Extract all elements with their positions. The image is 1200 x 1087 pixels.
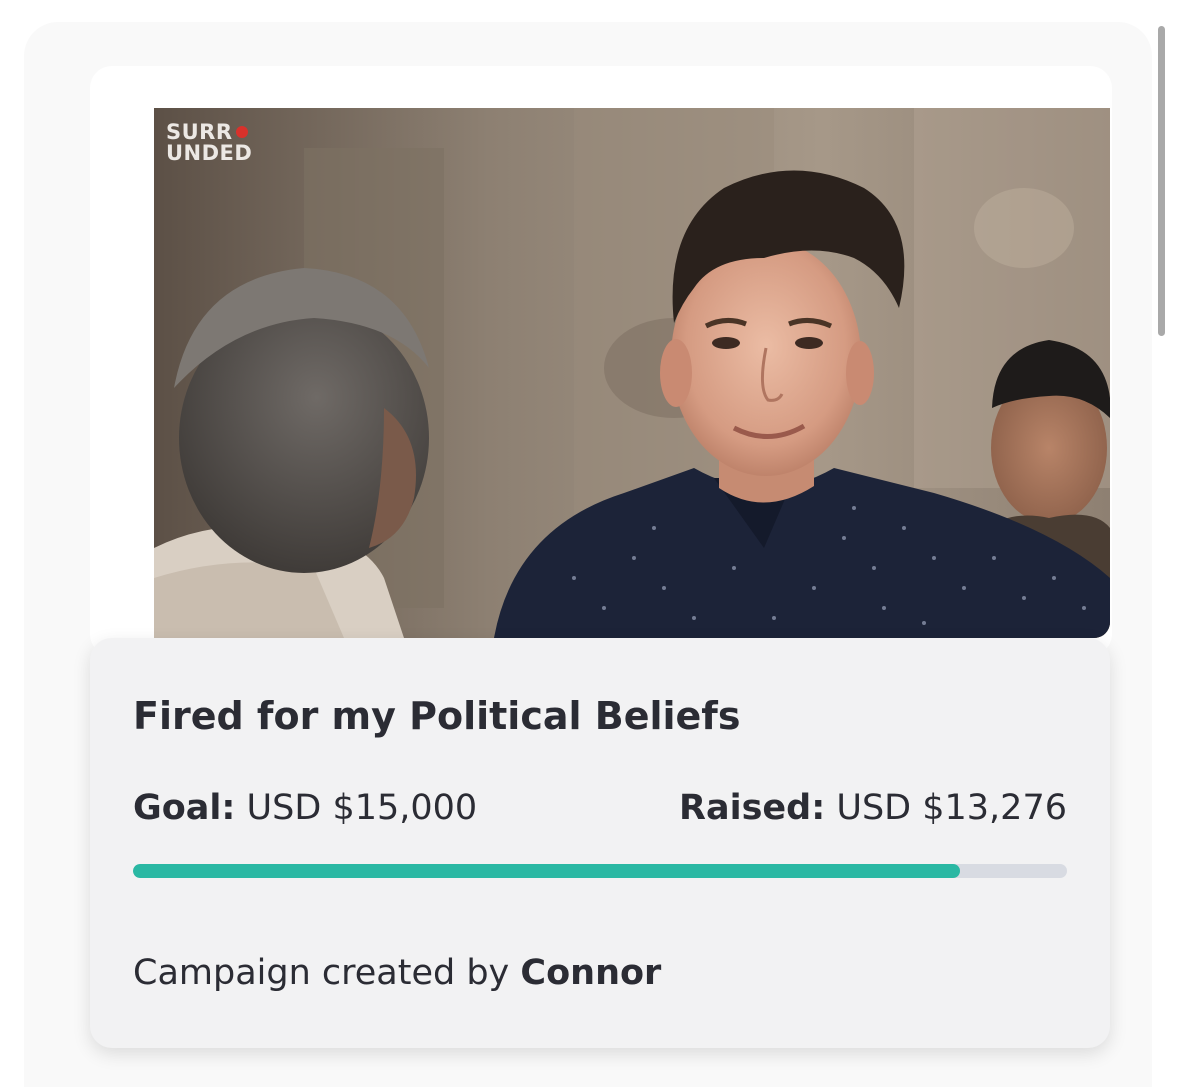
campaign-video[interactable]: SURR UNDED — [154, 108, 1110, 638]
campaign-creator: Campaign created by Connor — [133, 951, 661, 995]
campaign-title[interactable]: Fired for my Political Beliefs — [133, 691, 740, 741]
logo-text-line2: UNDED — [166, 141, 253, 165]
campaign-info-card: Fired for my Political Beliefs Goal: USD… — [90, 638, 1110, 1048]
scrollbar[interactable] — [1158, 26, 1165, 336]
goal-value: USD $15,000 — [246, 788, 478, 828]
raised-value: USD $13,276 — [836, 788, 1067, 828]
raised-label: Raised: — [679, 788, 826, 828]
raised-amount: Raised: USD $13,276 — [679, 786, 1067, 830]
logo-red-dot-icon — [235, 126, 248, 138]
goal-amount: Goal: USD $15,000 — [133, 786, 477, 830]
funding-progress-bar — [133, 864, 1067, 878]
goal-label: Goal: — [133, 788, 236, 828]
funding-progress-fill — [133, 864, 960, 878]
video-brand-logo: SURR UNDED — [166, 122, 252, 164]
creator-name[interactable]: Connor — [520, 953, 661, 993]
creator-prefix: Campaign created by — [133, 953, 510, 993]
video-frame — [154, 108, 1110, 638]
